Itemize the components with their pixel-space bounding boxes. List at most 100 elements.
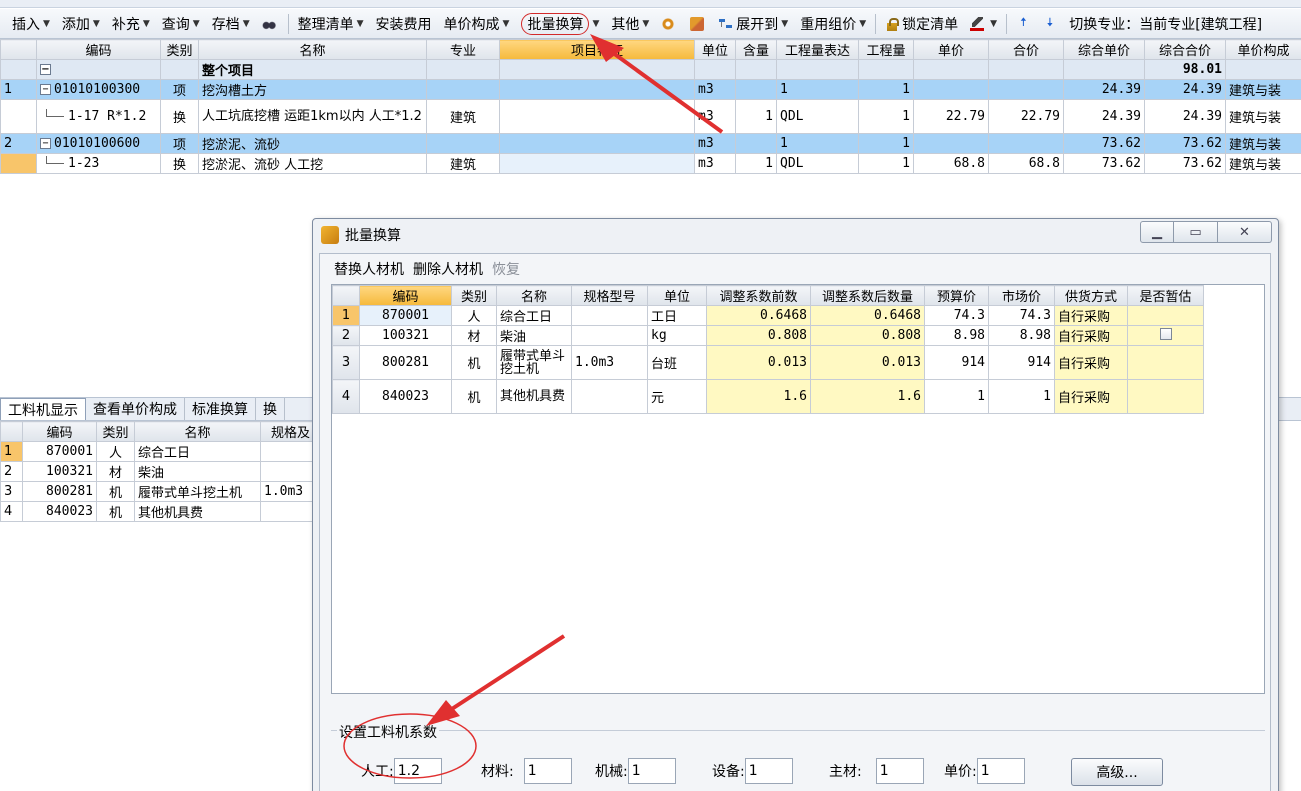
col-comp-sum[interactable]: 综合合价 — [1144, 39, 1226, 60]
minimize-icon: ▁ — [1152, 224, 1162, 240]
reuse-group-menu[interactable]: 重用组价 ▼ — [794, 12, 872, 36]
batch-convert-menu[interactable]: 批量换算 ▼ — [515, 12, 605, 36]
table-row[interactable]: 2 100321 材 柴油 — [0, 461, 321, 482]
tab-standard-convert[interactable]: 标准换算 — [185, 398, 256, 420]
maximize-button[interactable]: ▭ — [1174, 221, 1218, 243]
expand-to-menu[interactable]: 展开到 ▼ — [713, 12, 794, 36]
replace-material-button[interactable]: 替换人材机 — [334, 259, 404, 279]
advanced-button[interactable]: 高级... — [1071, 758, 1163, 786]
dialog-body: 替换人材机 删除人材机 恢复 编码 类别 名称 规格型号 单位 调整系数前数 调… — [319, 253, 1271, 791]
move-up-button[interactable]: 🠅 — [1010, 12, 1037, 36]
col-comp-price[interactable]: 综合单价 — [1063, 39, 1145, 60]
dropdown-arrow-icon: ▼ — [990, 18, 998, 29]
app-icon — [321, 226, 339, 244]
organize-list-menu[interactable]: 整理清单 ▼ — [292, 12, 370, 36]
tab-convert[interactable]: 换 — [256, 398, 285, 420]
batch-convert-dialog: 批量换算 ▁ ▭ ✕ 替换人材机 删除人材机 恢复 编码 类别 名称 规格型号 — [312, 218, 1279, 791]
batch-convert-label: 批量换算 — [521, 12, 590, 35]
dialog-grid-area: 编码 类别 名称 规格型号 单位 调整系数前数 调整系数后数量 预算价 市场价 … — [331, 284, 1265, 694]
col-sum[interactable]: 合价 — [988, 39, 1064, 60]
supplement-menu[interactable]: 补充 ▼ — [106, 12, 156, 36]
table-row[interactable]: 3 800281 机 履带式单斗挖土机 1.0m3 台班 0.013 0.013… — [332, 345, 1204, 380]
col-expr[interactable]: 工程量表达 — [776, 39, 859, 60]
unit-price-coef-input[interactable] — [976, 758, 1025, 784]
tab-material-display[interactable]: 工料机显示 — [0, 398, 86, 420]
lock-list-button[interactable]: 锁定清单 — [879, 12, 964, 36]
machine-coef-input[interactable] — [627, 758, 676, 784]
collapse-icon[interactable]: − — [40, 64, 51, 75]
insert-menu[interactable]: 插入 ▼ — [6, 12, 56, 36]
table-row[interactable]: 4 840023 机 其他机具费 — [0, 501, 321, 522]
table-row[interactable]: 1 −01010100300 项 挖沟槽土方 m3 1 1 24.39 24.3… — [0, 79, 1301, 100]
grid-header-row: 编码 类别 名称 规格及 — [0, 421, 321, 442]
dialog-title: 批量换算 — [345, 228, 401, 244]
toolbar-separator — [287, 13, 289, 34]
archive-menu[interactable]: 存档 ▼ — [206, 12, 256, 36]
other-menu[interactable]: 其他 ▼ — [605, 12, 655, 36]
col-major[interactable]: 专业 — [426, 39, 500, 60]
blocks-button[interactable] — [684, 12, 713, 36]
blocks-icon — [690, 16, 705, 31]
coefficient-group-title: 设置工料机系数 — [337, 722, 439, 742]
dropdown-arrow-icon: ▼ — [502, 18, 510, 29]
binoculars-icon — [261, 16, 276, 31]
table-row[interactable]: 1 870001 人 综合工日 工日 0.6468 0.6468 74.3 74… — [332, 305, 1204, 326]
tree-icon — [719, 16, 734, 31]
col-content[interactable]: 含量 — [735, 39, 777, 60]
material-coef-input[interactable] — [523, 758, 572, 784]
settings-button[interactable] — [655, 12, 684, 36]
tab-unit-price[interactable]: 查看单价构成 — [86, 398, 185, 420]
equipment-coef-input[interactable] — [744, 758, 793, 784]
add-menu[interactable]: 添加 ▼ — [56, 12, 106, 36]
convert-grid: 编码 类别 名称 规格型号 单位 调整系数前数 调整系数后数量 预算价 市场价 … — [332, 285, 1204, 414]
table-row[interactable]: 2 −01010100600 项 挖淤泥、流砂 m3 1 1 73.62 73.… — [0, 133, 1301, 154]
labor-coef-input[interactable] — [393, 758, 442, 784]
table-row[interactable]: 3 800281 机 履带式单斗挖土机 1.0m3 — [0, 481, 321, 502]
material-coef: 材料: — [481, 758, 572, 784]
table-row[interactable]: 4 840023 机 其他机具费 元 1.6 1.6 1 1 自行采购 — [332, 379, 1204, 414]
query-menu[interactable]: 查询 ▼ — [156, 12, 206, 36]
minimize-button[interactable]: ▁ — [1140, 221, 1174, 243]
move-down-button[interactable]: 🠇 — [1037, 12, 1064, 36]
table-row[interactable]: 1-17 R*1.2 换 人工坑底挖槽 运距1km以内 人工*1.2 建筑 m3… — [0, 99, 1301, 134]
dialog-titlebar[interactable]: 批量换算 — [313, 219, 1278, 251]
close-icon: ✕ — [1239, 224, 1250, 240]
col-type[interactable]: 类别 — [160, 39, 199, 60]
coefficient-group: 设置工料机系数 人工: 材料: 机械: 设备: 主材: 单价 — [331, 722, 1265, 791]
switch-major-button[interactable]: 切换专业：当前专业[建筑工程] — [1063, 12, 1268, 36]
color-menu[interactable]: ▼ — [964, 12, 1003, 36]
col-code[interactable]: 编码 — [36, 39, 161, 60]
lock-icon — [885, 16, 900, 31]
toolbar-separator — [875, 13, 877, 34]
material-grid: 编码 类别 名称 规格及 1 870001 人 综合工日 2 100321 材 … — [0, 421, 321, 522]
find-button[interactable] — [256, 12, 285, 36]
restore-button[interactable]: 恢复 — [492, 259, 520, 279]
close-button[interactable]: ✕ — [1218, 221, 1272, 243]
dropdown-arrow-icon: ▼ — [92, 18, 100, 29]
col-feature[interactable]: 项目特征 — [499, 39, 695, 60]
collapse-icon[interactable]: − — [40, 138, 51, 149]
dropdown-arrow-icon: ▼ — [781, 18, 789, 29]
dialog-toolbar: 替换人材机 删除人材机 恢复 — [320, 254, 1270, 284]
table-row[interactable]: 1 870001 人 综合工日 — [0, 441, 321, 462]
dropdown-arrow-icon: ▼ — [242, 18, 250, 29]
main-material-coef-input[interactable] — [875, 758, 924, 784]
provisional-checkbox[interactable] — [1159, 327, 1172, 340]
table-row[interactable]: 1-23 换 挖淤泥、流砂 人工挖 建筑 m3 1 QDL 1 68.8 68.… — [0, 153, 1301, 174]
table-row-total[interactable]: − 整个项目 98.01 — [0, 59, 1301, 80]
col-name[interactable]: 名称 — [198, 39, 427, 60]
arrow-down-icon: 🠇 — [1046, 15, 1054, 29]
col-build[interactable]: 单价构成 — [1225, 39, 1301, 60]
arrow-up-icon: 🠅 — [1020, 15, 1027, 29]
collapse-icon[interactable]: − — [40, 84, 51, 95]
col-amount[interactable]: 工程量 — [858, 39, 914, 60]
unit-price-coef: 单价: — [944, 758, 1025, 784]
delete-material-button[interactable]: 删除人材机 — [413, 259, 483, 279]
table-row[interactable]: 2 100321 材 柴油 kg 0.808 0.808 8.98 8.98 自… — [332, 325, 1204, 346]
col-unit[interactable]: 单位 — [694, 39, 736, 60]
unit-price-menu[interactable]: 单价构成 ▼ — [438, 12, 516, 36]
dropdown-arrow-icon: ▼ — [859, 18, 867, 29]
col-price[interactable]: 单价 — [913, 39, 989, 60]
install-fee-button[interactable]: 安装费用 — [370, 12, 438, 36]
dropdown-arrow-icon: ▼ — [592, 18, 600, 29]
